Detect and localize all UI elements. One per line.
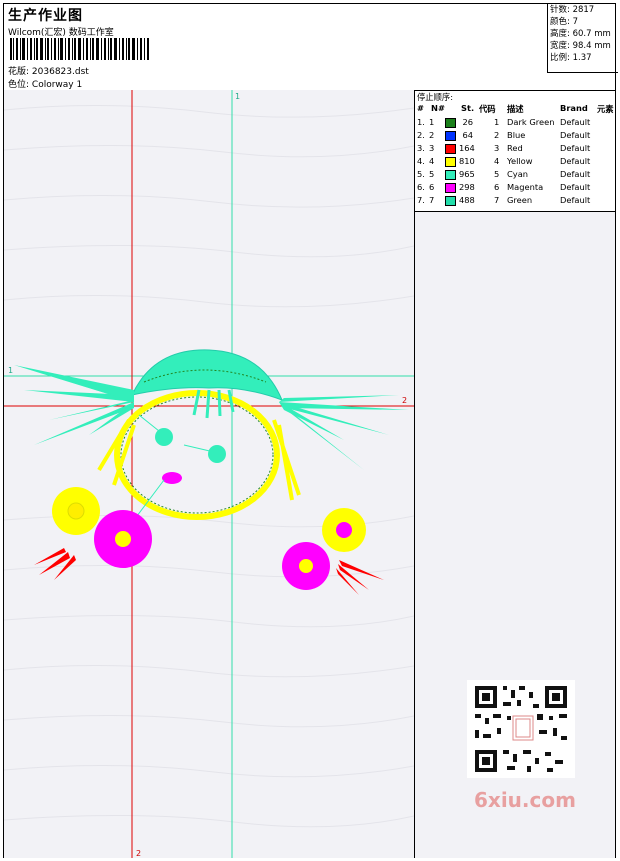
legend-row-n: 4 [429, 156, 435, 166]
color-swatch [445, 118, 456, 128]
legend-row: 4. 4 810 4 Yellow Default [415, 156, 615, 169]
legend-row-stitches: 298 [459, 182, 475, 192]
eyes [138, 414, 226, 463]
legend-row: 7. 7 488 7 Green Default [415, 195, 615, 208]
legend-row-num: 3. [417, 143, 425, 153]
legend-row-desc: Red [507, 143, 523, 153]
guide-label-v1: 1 [235, 92, 240, 101]
legend-row-stitches: 26 [462, 117, 473, 127]
legend-row-stitches: 810 [459, 156, 475, 166]
legend-row-num: 6. [417, 182, 425, 192]
header-brand: Brand [560, 103, 588, 113]
legend-row-stitches: 488 [459, 195, 475, 205]
legend-row-stitches: 965 [459, 169, 475, 179]
legend-row-n: 3 [429, 143, 435, 153]
color-swatch [445, 196, 456, 206]
legend-row-stitches: 64 [462, 130, 473, 140]
legend-row-num: 7. [417, 195, 425, 205]
legend-row-desc: Green [507, 195, 533, 205]
legend-row: 2. 2 64 2 Blue Default [415, 130, 615, 143]
legend-row-code: 3 [494, 143, 500, 153]
colorway-label: 色位: [8, 80, 30, 90]
stat-stitches: 针数: 2817 [550, 5, 595, 15]
legend-row-code: 1 [494, 117, 500, 127]
barcode [10, 38, 149, 60]
watermark-logo: 6xiu.com [474, 788, 576, 812]
legend-row-brand: Default [560, 130, 591, 140]
embroidery-preview: 1 2 1 2 [4, 90, 414, 858]
legend-row-desc: Blue [507, 130, 526, 140]
legend-row-num: 1. [417, 117, 425, 127]
legend-row-num: 4. [417, 156, 425, 166]
legend-row-code: 5 [494, 169, 500, 179]
page-title: 生产作业图 [8, 8, 83, 24]
stat-height: 高度: 60.7 mm [550, 29, 611, 39]
legend-row-code: 7 [494, 195, 500, 205]
legend-row-num: 2. [417, 130, 425, 140]
colorway-value: Colorway 1 [31, 80, 83, 90]
legend-row-brand: Default [560, 169, 591, 179]
legend-row-brand: Default [560, 117, 591, 127]
stat-width: 宽度: 98.4 mm [550, 41, 611, 51]
color-swatch [445, 131, 456, 141]
header-desc: 描述 [507, 104, 524, 114]
colorway-line: 色位: Colorway 1 [8, 77, 82, 90]
legend-row-desc: Magenta [507, 182, 544, 192]
header-elem: 元素 [597, 104, 614, 114]
legend-row-desc: Cyan [507, 169, 529, 179]
legend-row-code: 2 [494, 130, 500, 140]
qr-code [467, 680, 575, 778]
right-flowers [282, 508, 384, 595]
color-swatch [445, 183, 456, 193]
face-outline [114, 390, 280, 520]
header: 生产作业图 Wilcom(汇宏) 数码工作室 花版: 2036823.dst 色… [4, 4, 618, 91]
header-code: 代码 [479, 104, 496, 114]
header-hash: # [417, 103, 424, 113]
left-pigtail [14, 365, 134, 445]
legend-row-n: 1 [429, 117, 435, 127]
face-inner-stitch [120, 396, 274, 514]
legend-row-n: 2 [429, 130, 435, 140]
header-n: N# [431, 103, 445, 113]
legend-row: 5. 5 965 5 Cyan Default [415, 169, 615, 182]
legend-row-code: 6 [494, 182, 500, 192]
guide-label-h2: 2 [402, 396, 407, 405]
stats-panel: 针数: 2817 颜色: 7 高度: 60.7 mm 宽度: 98.4 mm 比… [547, 4, 618, 73]
color-swatch [445, 170, 456, 180]
design-file-line: 花版: 2036823.dst [8, 64, 89, 77]
design-file: 2036823.dst [31, 67, 89, 77]
mouth [162, 472, 182, 484]
guide-label-h1: 1 [8, 366, 13, 375]
legend-row: 3. 3 164 3 Red Default [415, 143, 615, 156]
legend-row-desc: Dark Green [507, 117, 555, 127]
guide-label-v2: 2 [136, 849, 141, 858]
legend-row-stitches: 164 [459, 143, 475, 153]
color-swatch [445, 157, 456, 167]
company-name: Wilcom(汇宏) 数码工作室 [8, 28, 114, 38]
header-info: 生产作业图 Wilcom(汇宏) 数码工作室 花版: 2036823.dst 色… [6, 5, 546, 90]
color-swatch [445, 144, 456, 154]
legend-row-n: 6 [429, 182, 435, 192]
legend-row-brand: Default [560, 156, 591, 166]
legend-row-brand: Default [560, 195, 591, 205]
legend-row-brand: Default [560, 143, 591, 153]
design-canvas[interactable]: 1 2 1 2 [4, 90, 415, 858]
legend-row-desc: Yellow [507, 156, 533, 166]
legend-row-code: 4 [494, 156, 500, 166]
stat-colors: 颜色: 7 [550, 17, 578, 27]
stat-ratio: 比例: 1.37 [550, 53, 592, 63]
legend-row: 1. 1 26 1 Dark Green Default [415, 117, 615, 130]
design-label: 花版: [8, 67, 30, 77]
legend-title: 停止顺序: [417, 92, 453, 102]
legend-row-num: 5. [417, 169, 425, 179]
background-texture [4, 104, 414, 828]
legend-row-n: 7 [429, 195, 435, 205]
header-st: St. [461, 103, 475, 113]
thread-legend: 停止顺序: # N# St. 代码 描述 Brand 元素 1. 1 26 1 Dark… [415, 90, 615, 212]
legend-row: 6. 6 298 6 Magenta Default [415, 182, 615, 195]
legend-row-brand: Default [560, 182, 591, 192]
legend-row-n: 5 [429, 169, 435, 179]
